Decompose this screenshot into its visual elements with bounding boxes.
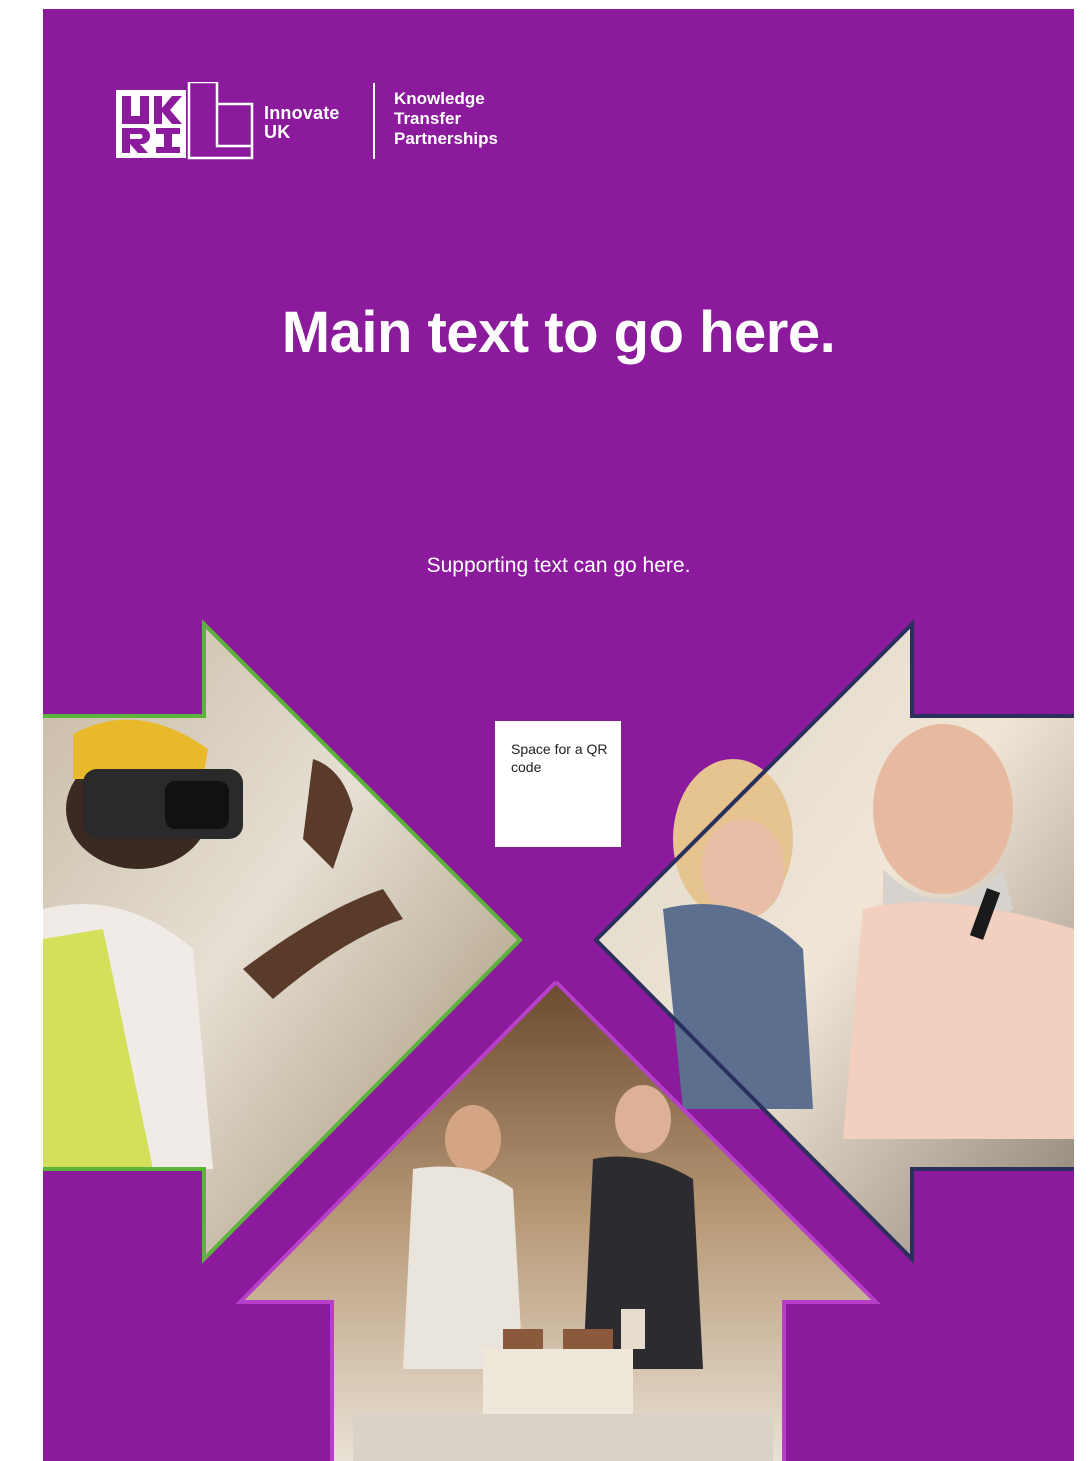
qr-placeholder-label: Space for a QR code [511, 741, 608, 775]
qr-code-placeholder: Space for a QR code [495, 721, 621, 847]
poster: Innovate UK Knowledge Transfer Partnersh… [43, 9, 1074, 1461]
